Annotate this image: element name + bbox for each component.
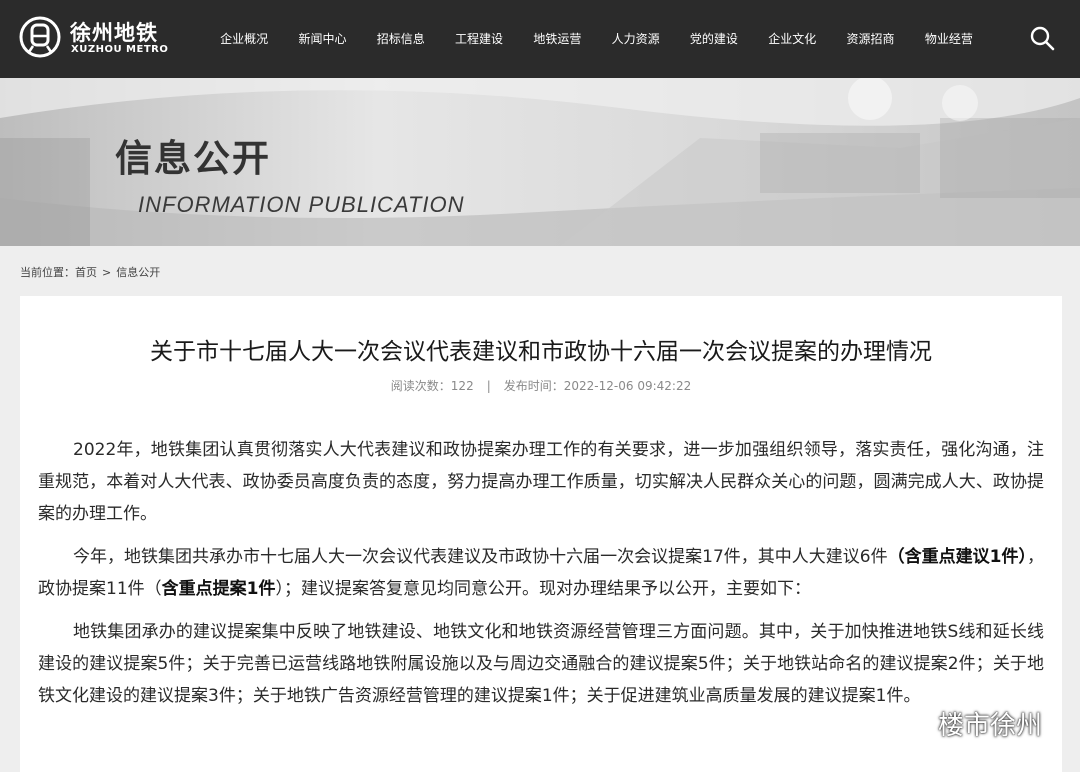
site-logo[interactable]: 徐州地铁 XUZHOU METRO xyxy=(18,15,168,63)
banner-subtitle: INFORMATION PUBLICATION xyxy=(138,192,465,217)
wechat-icon xyxy=(889,707,931,738)
paragraph-3: 地铁集团承办的建议提案集中反映了地铁建设、地铁文化和地铁资源经营管理三方面问题。… xyxy=(38,622,1044,706)
wechat-watermark: 楼市徐州 xyxy=(888,701,1068,745)
paragraph-2-bold-a: （含重点建议1件） xyxy=(887,547,1027,567)
views-label: 阅读次数： xyxy=(390,379,451,393)
nav-item-company-overview[interactable]: 企业概况 xyxy=(205,0,283,78)
paragraph-2-text-a: 今年，地铁集团共承办市十七届人大一次会议代表建议及市政协十六届一次会议提案17件… xyxy=(73,547,888,567)
nav-item-corporate-culture[interactable]: 企业文化 xyxy=(753,0,831,78)
paragraph-1: 2022年，地铁集团认真贯彻落实人大代表建议和政协提案办理工作的有关要求，进一步… xyxy=(38,440,1044,524)
watermark-text: 楼市徐州 xyxy=(938,711,1043,741)
breadcrumb: 当前位置：首页 > 信息公开 xyxy=(20,264,160,280)
breadcrumb-current-link[interactable]: 信息公开 xyxy=(116,266,160,279)
nav-item-news-center[interactable]: 新闻中心 xyxy=(283,0,361,78)
logo-english-text: XUZHOU METRO xyxy=(71,44,169,55)
article-body: 2022年，地铁集团认真贯彻落实人大代表建议和政协提案办理工作的有关要求，进一步… xyxy=(38,434,1044,723)
main-nav: 企业概况 新闻中心 招标信息 工程建设 地铁运营 人力资源 党的建设 企业文化 … xyxy=(205,0,988,78)
paragraph-2-text-e: ）；建议提案答复意见均同意公开。现对办理结果予以公开，主要如下： xyxy=(275,579,811,599)
publish-date: 2022-12-06 09:42:22 xyxy=(563,379,692,393)
page-banner: 信息公开 INFORMATION PUBLICATION xyxy=(0,78,1080,246)
nav-item-tender-info[interactable]: 招标信息 xyxy=(362,0,440,78)
article-title: 关于市十七届人大一次会议代表建议和市政协十六届一次会议提案的办理情况 xyxy=(150,339,932,365)
metro-logo-icon xyxy=(19,16,61,58)
nav-item-party-building[interactable]: 党的建设 xyxy=(675,0,753,78)
search-icon[interactable] xyxy=(1028,24,1056,52)
nav-item-resource-investment[interactable]: 资源招商 xyxy=(831,0,909,78)
breadcrumb-separator: > xyxy=(102,265,112,279)
breadcrumb-label: 当前位置： xyxy=(20,266,75,279)
paragraph-2-bold-d: 含重点提案1件 xyxy=(161,579,276,599)
nav-item-metro-operation[interactable]: 地铁运营 xyxy=(518,0,596,78)
nav-item-human-resources[interactable]: 人力资源 xyxy=(596,0,674,78)
logo-chinese-text: 徐州地铁 xyxy=(70,21,158,45)
meta-divider: | xyxy=(486,379,491,393)
nav-item-property-management[interactable]: 物业经营 xyxy=(910,0,988,78)
banner-title: 信息公开 xyxy=(115,137,271,180)
top-navigation-bar: 徐州地铁 XUZHOU METRO 企业概况 新闻中心 招标信息 工程建设 地铁… xyxy=(0,0,1080,78)
paragraph-2: 今年，地铁集团共承办市十七届人大一次会议代表建议及市政协十六届一次会议提案17件… xyxy=(38,541,1044,605)
breadcrumb-home-link[interactable]: 首页 xyxy=(75,266,97,279)
article-meta: 阅读次数：122 | 发布时间：2022-12-06 09:42:22 xyxy=(20,377,1062,394)
views-count: 122 xyxy=(450,379,474,393)
nav-item-engineering[interactable]: 工程建设 xyxy=(440,0,518,78)
publish-date-label: 发布时间： xyxy=(503,379,564,393)
